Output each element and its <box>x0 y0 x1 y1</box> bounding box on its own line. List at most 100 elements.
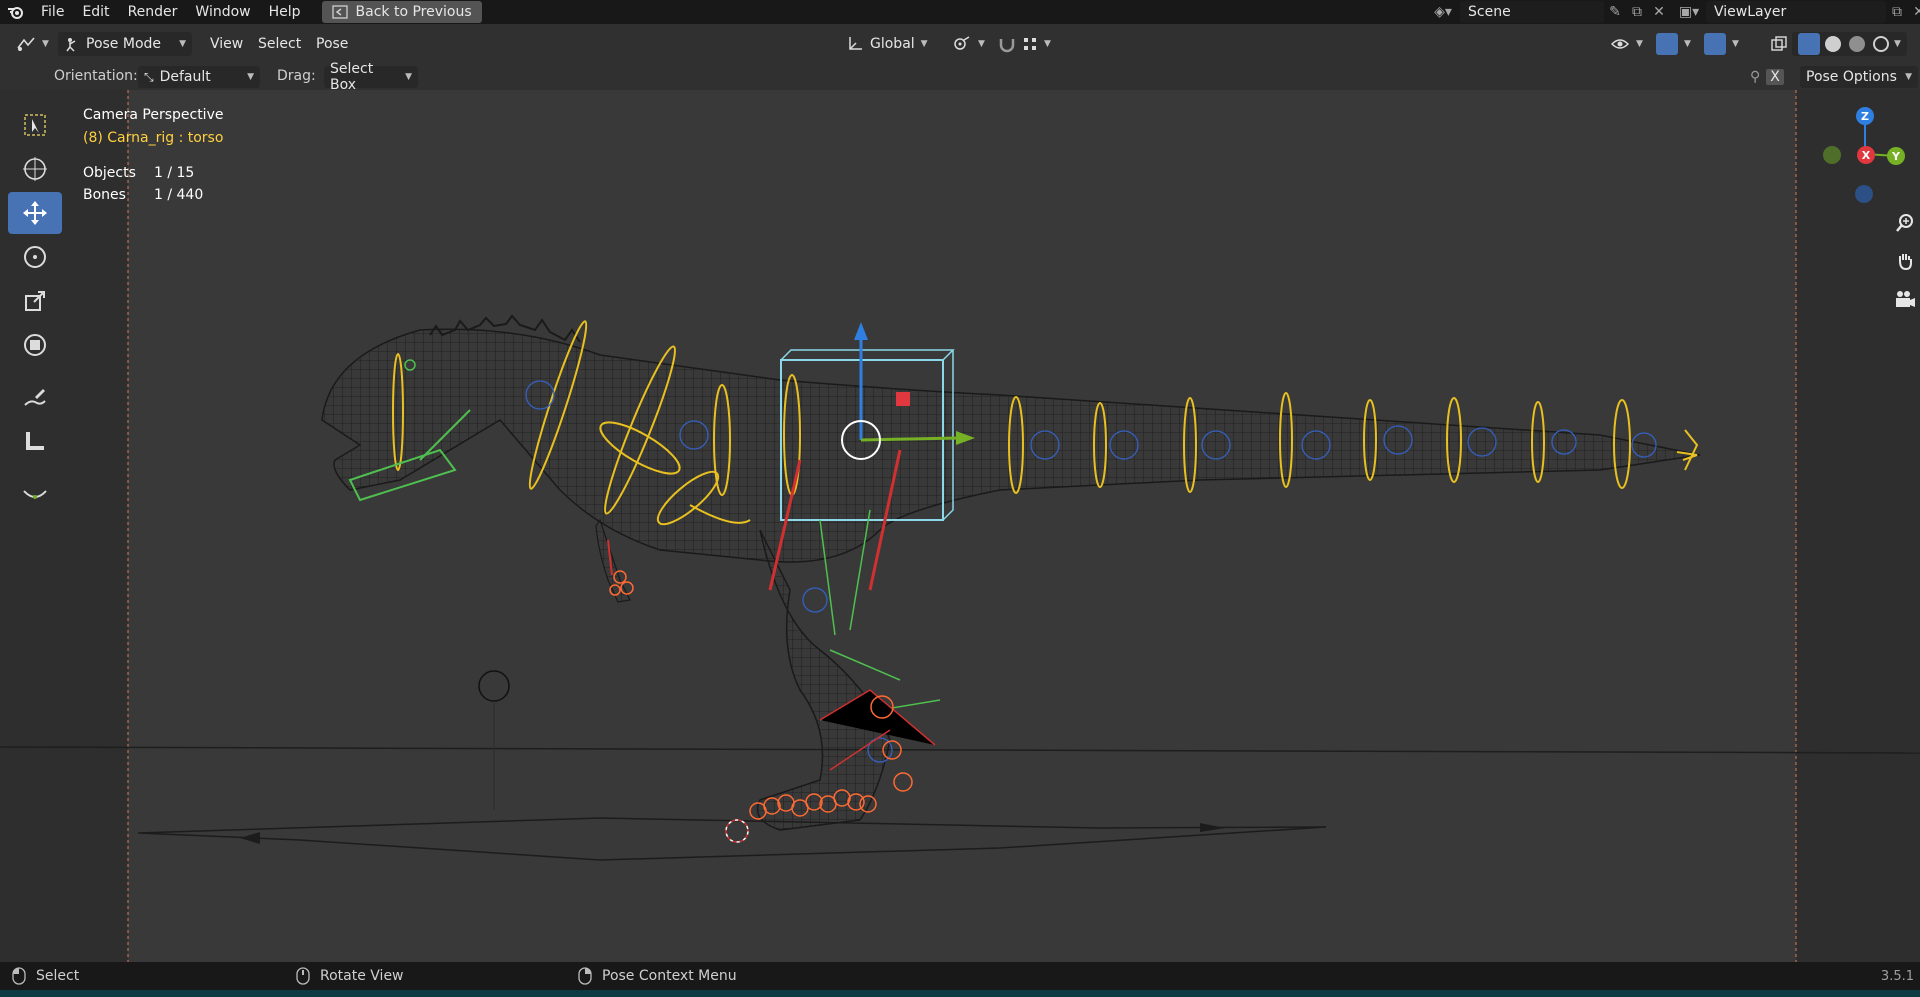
hand-controls[interactable] <box>607 539 634 596</box>
root-control-shape <box>137 817 1327 861</box>
gizmo-y-label: Y <box>1891 150 1901 163</box>
snap-increment-icon <box>1024 38 1036 50</box>
scale-tool[interactable] <box>8 280 62 322</box>
light-object[interactable] <box>478 670 510 702</box>
gizmo-x-label: X <box>1862 149 1871 162</box>
new-viewlayer-icon[interactable]: ⧉ <box>1886 1 1908 23</box>
stat-objects-label: Objects <box>83 165 136 181</box>
pivot-icon <box>954 36 970 50</box>
3d-viewport[interactable]: Camera Perspective (8) Carna_rig : torso… <box>0 90 1920 962</box>
menu-render[interactable]: Render <box>119 0 187 24</box>
header-menu-pose[interactable]: Pose <box>310 32 354 56</box>
visibility-dropdown[interactable]: ▼ <box>1604 32 1649 56</box>
relax-tool[interactable] <box>8 472 62 514</box>
mouse-right-icon <box>578 967 592 985</box>
editor-type-button[interactable]: ▼ <box>10 32 55 56</box>
mouse-left-icon <box>12 967 26 985</box>
pose-options-dropdown[interactable]: Pose Options ▼ <box>1800 66 1918 88</box>
pan-hand-icon[interactable] <box>1892 248 1918 274</box>
menu-edit[interactable]: Edit <box>73 0 118 24</box>
menu-help[interactable]: Help <box>260 0 310 24</box>
taskbar-edge <box>0 990 1920 997</box>
measure-icon <box>26 432 44 450</box>
viewlayer-selector[interactable]: ▣▾ ViewLayer ⧉ ✕ <box>1678 0 1920 24</box>
x-mirror-button[interactable]: X <box>1766 69 1784 85</box>
eye-icon <box>1610 39 1630 49</box>
stat-bones-value: 1 / 440 <box>154 187 204 203</box>
back-to-previous-button[interactable]: Back to Previous <box>321 1 482 23</box>
shading-mode-group[interactable]: ▼ <box>1792 32 1907 56</box>
menu-window[interactable]: Window <box>186 0 259 24</box>
wireframe-shading-icon[interactable] <box>1798 33 1820 55</box>
status-select-label: Select <box>36 968 80 984</box>
transform-orientation-dropdown[interactable]: Global ▼ <box>840 32 934 56</box>
snap-toggle[interactable]: ▼ <box>992 32 1057 56</box>
status-bar: Select Rotate View Pose Context Menu 3.5… <box>0 962 1920 990</box>
tool-shelf <box>8 104 64 516</box>
dinosaur-leg-mesh[interactable] <box>756 529 891 831</box>
navigation-gizmo[interactable]: Z Y X <box>1810 90 1920 330</box>
status-select-hint: Select <box>12 967 79 985</box>
mirror-icon[interactable]: ⚲ <box>1750 69 1760 85</box>
relax-icon <box>23 490 47 499</box>
root-arrow-right <box>1200 823 1225 832</box>
active-object-label: (8) Carna_rig : torso <box>83 130 224 146</box>
scene-render[interactable] <box>0 90 1920 962</box>
move-icon <box>23 201 47 225</box>
annotate-icon <box>24 389 46 406</box>
gizmo-toggle[interactable]: ▼ <box>1650 32 1697 56</box>
close-viewlayer-icon[interactable]: ✕ <box>1908 1 1920 23</box>
scene-selector[interactable]: ◈▾ Scene ✎ ⧉ ✕ <box>1432 0 1670 24</box>
pin-icon[interactable]: ✎ <box>1604 1 1626 23</box>
pose-mode-icon <box>66 38 76 52</box>
material-shading-icon[interactable] <box>1849 36 1865 52</box>
stat-bones-label: Bones <box>83 187 126 203</box>
header-menu-view[interactable]: View <box>204 32 249 56</box>
annotate-tool[interactable] <box>8 376 62 418</box>
gizmo-neg-z[interactable] <box>1855 185 1873 203</box>
camera-icon[interactable] <box>1892 286 1918 312</box>
header-menu-select[interactable]: Select <box>252 32 307 56</box>
close-scene-icon[interactable]: ✕ <box>1648 1 1670 23</box>
viewport-header: ▼ Pose Mode ▼ View Select Pose Global ▼ … <box>0 24 1920 64</box>
status-rotate-hint: Rotate View <box>296 967 404 985</box>
rendered-shading-icon[interactable] <box>1873 36 1889 52</box>
snap-magnet-icon <box>999 39 1015 53</box>
mode-label: Pose Mode <box>86 36 162 52</box>
mouse-middle-icon <box>296 967 310 985</box>
dinosaur-body-mesh[interactable] <box>321 328 1701 563</box>
snapping-extra-buttons[interactable]: ⚲ X <box>1744 66 1790 88</box>
scene-icon[interactable]: ◈▾ <box>1432 1 1454 23</box>
mode-dropdown[interactable]: Pose Mode ▼ <box>58 32 192 56</box>
transform-tool[interactable] <box>8 324 62 366</box>
select-box-icon <box>24 114 46 136</box>
back-label: Back to Previous <box>355 4 472 20</box>
cursor-tool[interactable] <box>8 148 62 190</box>
select-box-tool[interactable] <box>8 104 62 146</box>
rotate-tool[interactable] <box>8 236 62 278</box>
orientation-axes-icon <box>849 37 862 50</box>
gizmo-neg-y[interactable] <box>1823 146 1841 164</box>
menu-file[interactable]: File <box>32 0 73 24</box>
overlay-toggle[interactable]: ▼ <box>1698 32 1745 56</box>
move-tool[interactable] <box>8 192 62 234</box>
drag-dropdown[interactable]: Select Box ▼ <box>324 61 418 93</box>
solid-shading-icon[interactable] <box>1825 36 1841 52</box>
measure-tool[interactable] <box>8 420 62 462</box>
zoom-icon[interactable] <box>1892 210 1918 236</box>
editor-type-icon <box>17 37 35 51</box>
overlay-icon <box>1704 33 1726 55</box>
orientation-dropdown[interactable]: ⤡ Default ▼ <box>138 66 260 88</box>
viewlayer-name-field[interactable]: ViewLayer <box>1706 1 1886 23</box>
cursor-icon <box>23 157 47 181</box>
orientation-value: Default <box>159 69 211 85</box>
pose-options-label: Pose Options <box>1806 69 1897 85</box>
scene-statistics: Objects 1 / 15 Bones 1 / 440 <box>83 162 223 206</box>
scene-name-field[interactable]: Scene <box>1460 1 1604 23</box>
rotate-icon <box>24 246 46 268</box>
xray-toggle[interactable] <box>1764 32 1794 56</box>
blender-logo-icon[interactable] <box>0 0 32 24</box>
new-scene-icon[interactable]: ⧉ <box>1626 1 1648 23</box>
pivot-point-dropdown[interactable]: ▼ <box>946 32 991 56</box>
viewlayer-icon[interactable]: ▣▾ <box>1678 1 1700 23</box>
